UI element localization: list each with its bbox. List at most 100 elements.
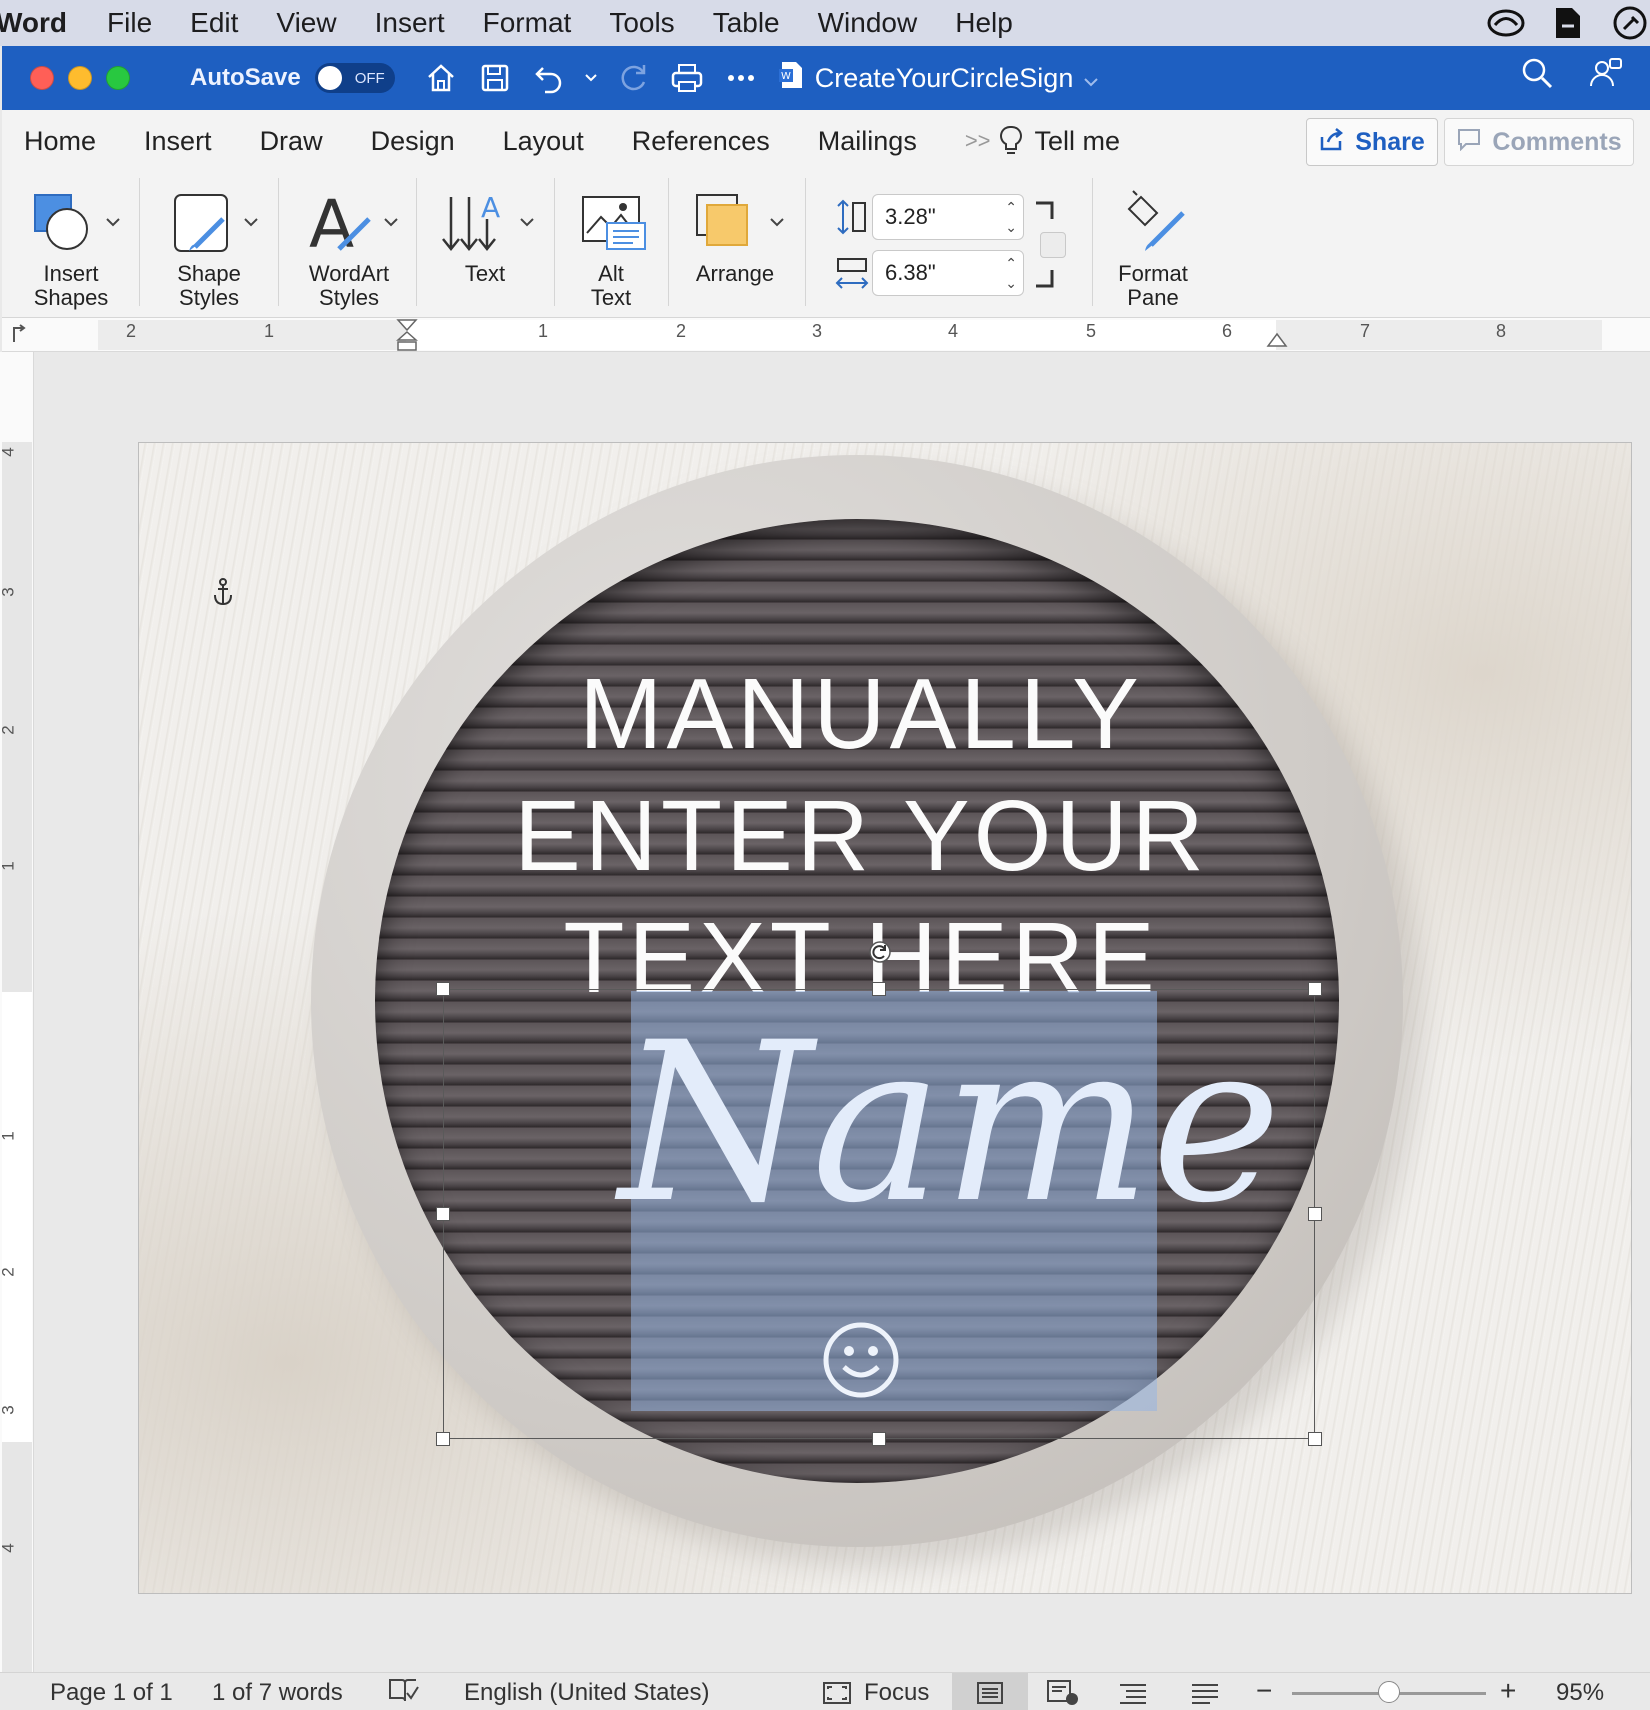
shape-styles-button[interactable]: Shape Styles [154, 182, 264, 312]
tell-me-search[interactable]: Tell me [1035, 126, 1121, 157]
menu-app-name[interactable]: Word [0, 7, 67, 39]
tab-home[interactable]: Home [24, 126, 96, 157]
indent-marker-icon[interactable] [396, 318, 418, 352]
alt-text-icon [582, 196, 646, 250]
share-button[interactable]: Share [1306, 118, 1438, 166]
title-chevron-down-icon[interactable] [1083, 63, 1099, 94]
creative-cloud-icon[interactable] [1486, 4, 1526, 42]
undo-dropdown-icon[interactable] [583, 58, 599, 98]
height-stepper-arrows[interactable]: ⌃ ⌄ [1005, 197, 1017, 237]
horizontal-ruler[interactable]: 2 1 1 2 3 4 5 6 7 8 [2, 318, 1650, 352]
acrobat-icon[interactable] [1548, 4, 1588, 42]
undo-icon[interactable] [529, 58, 569, 98]
menu-format[interactable]: Format [483, 7, 572, 39]
arrange-button[interactable]: Arrange [680, 182, 790, 312]
tab-layout[interactable]: Layout [503, 126, 584, 157]
resize-handle-left[interactable] [436, 1207, 450, 1221]
resize-handle-bottom-left[interactable] [436, 1432, 450, 1446]
menu-window[interactable]: Window [818, 7, 918, 39]
document-page[interactable]: MANUALLY ENTER YOUR TEXT HERE Name [138, 442, 1632, 1594]
close-window-button[interactable] [30, 66, 54, 90]
menu-help[interactable]: Help [955, 7, 1013, 39]
redo-icon[interactable] [613, 58, 653, 98]
menu-insert[interactable]: Insert [375, 7, 445, 39]
menu-table[interactable]: Table [713, 7, 780, 39]
language-indicator[interactable]: English (United States) [464, 1679, 709, 1707]
ruler-number: 7 [1360, 321, 1371, 341]
menu-edit[interactable]: Edit [190, 7, 238, 39]
format-pane-button[interactable]: Format Pane [1098, 182, 1208, 312]
shape-width-value: 6.38" [885, 260, 936, 285]
outline-view-icon[interactable] [1118, 1681, 1148, 1710]
print-layout-icon[interactable] [976, 1681, 1004, 1710]
web-layout-icon[interactable] [1046, 1679, 1080, 1710]
menu-tools[interactable]: Tools [609, 7, 674, 39]
home-icon[interactable] [421, 58, 461, 98]
autosave-toggle[interactable]: OFF [314, 63, 395, 93]
minimize-window-button[interactable] [68, 66, 92, 90]
resize-handle-bottom[interactable] [872, 1432, 886, 1446]
rotate-handle-icon[interactable] [868, 940, 892, 964]
tab-design[interactable]: Design [371, 126, 455, 157]
document-canvas[interactable]: MANUALLY ENTER YOUR TEXT HERE Name [36, 352, 1650, 1674]
zoom-slider-knob[interactable] [1378, 1681, 1400, 1703]
focus-mode-label[interactable]: Focus [864, 1679, 929, 1707]
draft-view-icon[interactable] [1190, 1681, 1220, 1710]
zoom-out-button[interactable]: − [1256, 1675, 1272, 1707]
resize-handle-bottom-right[interactable] [1308, 1432, 1322, 1446]
insert-shapes-button[interactable]: Insert Shapes [16, 182, 126, 312]
lock-aspect-ratio-toggle[interactable] [1040, 232, 1066, 258]
tab-stop-selector-icon[interactable] [10, 324, 28, 349]
resize-handle-top-right[interactable] [1308, 982, 1322, 996]
save-icon[interactable] [475, 58, 515, 98]
menu-view[interactable]: View [276, 7, 336, 39]
lightbulb-icon [999, 125, 1023, 157]
text-label: Text [464, 261, 506, 286]
menu-file[interactable]: File [107, 7, 152, 39]
shape-height-stepper[interactable]: 3.28" ⌃ ⌄ [872, 194, 1024, 240]
zoom-percentage[interactable]: 95% [1556, 1679, 1604, 1707]
sign-line-1: MANUALLY [579, 658, 1143, 770]
vertical-ruler[interactable]: 4 3 2 1 1 2 3 4 [0, 352, 34, 1672]
anchor-icon[interactable] [211, 577, 235, 607]
shape-width-stepper[interactable]: 6.38" ⌃ ⌄ [872, 250, 1024, 296]
vruler-number: 4 [0, 447, 18, 457]
shape-height-icon [832, 194, 872, 240]
text-box-selection[interactable] [443, 989, 1315, 1439]
page-count[interactable]: Page 1 of 1 [50, 1679, 173, 1707]
document-title[interactable]: CreateYourCircleSign [815, 63, 1074, 94]
more-commands-icon[interactable] [721, 58, 761, 98]
comments-button[interactable]: Comments [1444, 118, 1634, 166]
resize-handle-top-left[interactable] [436, 982, 450, 996]
maximize-window-button[interactable] [106, 66, 130, 90]
search-icon[interactable] [1520, 56, 1554, 95]
wordart-styles-button[interactable]: A WordArt Styles [294, 182, 404, 312]
resize-handle-top[interactable] [872, 982, 886, 996]
ruler-number: 1 [264, 321, 275, 341]
resize-handle-right[interactable] [1308, 1207, 1322, 1221]
ruler-number: 1 [538, 321, 549, 341]
tab-draw[interactable]: Draw [260, 126, 323, 157]
right-indent-marker-icon[interactable] [1266, 332, 1288, 350]
focus-mode-icon[interactable] [822, 1681, 852, 1710]
tab-insert[interactable]: Insert [144, 126, 212, 157]
more-tabs-button[interactable]: >> [965, 128, 991, 154]
vruler-number: 2 [0, 725, 18, 735]
keychain-icon[interactable] [1610, 4, 1650, 42]
zoom-in-button[interactable]: + [1500, 1675, 1516, 1707]
arrange-label: Arrange [695, 261, 775, 286]
ruler-number: 4 [948, 321, 959, 341]
tab-references[interactable]: References [632, 126, 770, 157]
proofing-icon[interactable] [386, 1677, 420, 1710]
mac-menu-bar: Word File Edit View Insert Format Tools … [0, 0, 1650, 46]
autosave-state: OFF [354, 69, 385, 87]
print-icon[interactable] [667, 58, 707, 98]
word-count[interactable]: 1 of 7 words [212, 1679, 343, 1707]
account-icon[interactable] [1588, 56, 1624, 95]
alt-text-button[interactable]: Alt Text [556, 182, 666, 312]
vruler-number: 3 [0, 587, 18, 597]
width-stepper-arrows[interactable]: ⌃ ⌄ [1005, 253, 1017, 293]
sign-text-block[interactable]: MANUALLY ENTER YOUR TEXT HERE [511, 653, 1211, 1019]
tab-mailings[interactable]: Mailings [818, 126, 917, 157]
text-button[interactable]: A Text [430, 182, 540, 312]
